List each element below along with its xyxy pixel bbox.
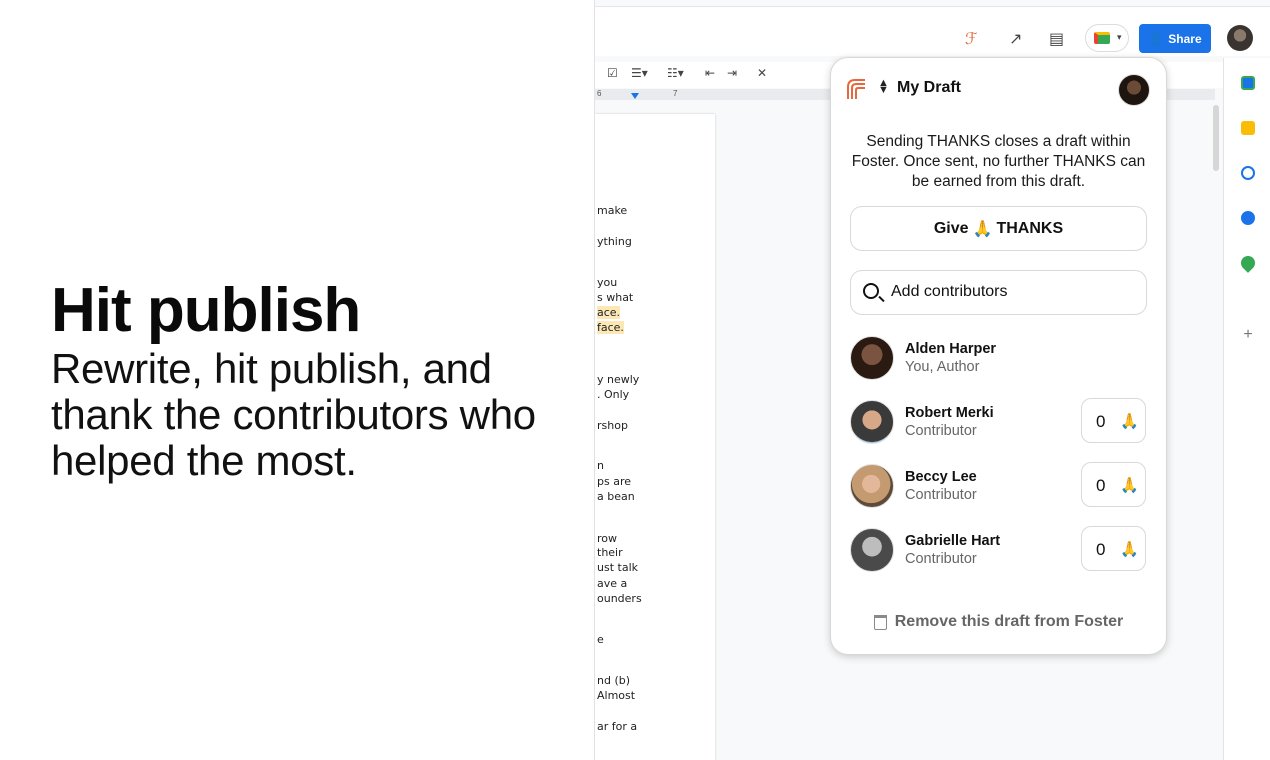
ruler-tick: 7 (673, 89, 678, 98)
doc-line: ar for a (597, 720, 638, 733)
share-label: Share (1168, 31, 1202, 46)
doc-line: e (597, 633, 604, 646)
hero-subtitle: Rewrite, hit publish, and thank the cont… (51, 345, 536, 484)
doc-line: you (597, 276, 618, 289)
clear-formatting-icon[interactable]: ✕ (757, 66, 767, 80)
hero-section: Hit publish Rewrite, hit publish, and th… (51, 280, 571, 484)
add-contributors-search (850, 270, 1147, 315)
contributor-role: Contributor (905, 423, 977, 439)
doc-line: y newly (597, 373, 640, 386)
contributor-name: Robert Merki (905, 405, 994, 421)
bullet-list-icon[interactable]: ☰▾ (631, 66, 648, 80)
doc-line: ps are (597, 475, 631, 488)
contributor-avatar (850, 464, 894, 508)
doc-line-highlighted: face. (597, 321, 624, 334)
give-thanks-button[interactable]: Give 🙏 THANKS (850, 206, 1147, 251)
contributor-role: Contributor (905, 551, 977, 567)
contributor-avatar (850, 336, 894, 380)
contacts-icon[interactable] (1241, 211, 1255, 225)
doc-line: . Only (597, 388, 630, 401)
foster-panel: ▲ ▼ My Draft Sending THANKS closes a draf… (830, 57, 1167, 655)
trash-icon (873, 614, 887, 630)
docs-topbar: ℱ ↗ ▤ ▾ 👤 Share (595, 6, 1270, 56)
decrease-indent-icon[interactable]: ⇤ (705, 66, 715, 80)
contributor-row: Alden Harper You, Author (850, 334, 1150, 382)
contributor-role: You, Author (905, 359, 980, 375)
doc-line: Almost (597, 689, 636, 702)
meet-camera-icon (1094, 32, 1110, 44)
pray-icon: 🙏 (972, 220, 993, 238)
contributor-row: Gabrielle Hart Contributor 0 🙏 (850, 526, 1150, 574)
thanks-label: THANKS (996, 219, 1064, 237)
comment-icon[interactable]: ▤ (1049, 29, 1064, 48)
contributor-name: Beccy Lee (905, 469, 977, 485)
maps-icon[interactable] (1238, 253, 1258, 273)
trend-icon[interactable]: ↗ (1009, 29, 1022, 48)
numbered-list-icon[interactable]: ☷▾ (667, 66, 684, 80)
contributor-avatar (850, 528, 894, 572)
doc-line: their (597, 546, 623, 559)
thanks-count-stepper[interactable]: 0 🙏 (1081, 462, 1146, 507)
doc-line: nd (b) (597, 674, 631, 687)
tasks-icon[interactable] (1241, 166, 1255, 180)
meet-button[interactable]: ▾ (1085, 24, 1129, 52)
remove-draft-label: Remove this draft from Foster (894, 613, 1124, 630)
draft-title[interactable]: My Draft (897, 79, 961, 97)
thanks-count: 0 (1096, 412, 1106, 431)
thanks-count: 0 (1096, 476, 1106, 495)
increase-indent-icon[interactable]: ⇥ (727, 66, 737, 80)
author-avatar (1118, 74, 1150, 106)
remove-draft-button[interactable]: Remove this draft from Foster (831, 613, 1166, 631)
hero-title: Hit publish (51, 276, 361, 345)
lock-icon: 👤 (1148, 31, 1164, 46)
checklist-icon[interactable]: ☑ (607, 66, 618, 80)
chevron-down-icon: ▾ (1117, 32, 1122, 42)
contributor-row: Beccy Lee Contributor 0 🙏 (850, 462, 1150, 510)
pray-icon: 🙏 (1120, 541, 1139, 558)
sort-toggle-icon[interactable]: ▲ ▼ (878, 78, 889, 96)
doc-line: a bean (597, 490, 635, 503)
foster-logo-icon (847, 79, 865, 99)
doc-line-highlighted: ace. (597, 306, 621, 319)
document-page[interactable]: make ything you s what ace. face. y newl… (595, 114, 715, 760)
doc-line: ust talk (597, 561, 638, 574)
thanks-count: 0 (1096, 540, 1106, 559)
indent-marker-icon[interactable] (631, 93, 639, 99)
doc-line: s what (597, 291, 634, 304)
thanks-notice: Sending THANKS closes a draft within Fos… (851, 133, 1146, 190)
pray-icon: 🙏 (1120, 477, 1139, 494)
side-panel-rail: + (1223, 58, 1270, 760)
add-icon[interactable]: + (1241, 327, 1255, 343)
thanks-count-stepper[interactable]: 0 🙏 (1081, 398, 1146, 443)
contributor-name: Alden Harper (905, 341, 997, 357)
doc-line: n (597, 459, 604, 472)
contributor-row: Robert Merki Contributor 0 🙏 (850, 398, 1150, 446)
doc-line: rshop (597, 419, 628, 432)
foster-extension-icon[interactable]: ℱ (965, 29, 978, 48)
add-contributors-input[interactable] (891, 271, 1141, 313)
pray-icon: 🙏 (1120, 413, 1139, 430)
search-icon (863, 283, 879, 299)
doc-line: ything (597, 235, 632, 248)
contributor-avatar (850, 400, 894, 444)
doc-line: make (597, 204, 628, 217)
contributor-role: Contributor (905, 487, 977, 503)
share-button[interactable]: 👤 Share (1139, 24, 1211, 53)
keep-icon[interactable] (1241, 121, 1255, 135)
doc-line: ounders (597, 592, 642, 605)
thanks-count-stepper[interactable]: 0 🙏 (1081, 526, 1146, 571)
scrollbar[interactable] (1213, 105, 1219, 171)
give-label: Give (933, 219, 969, 237)
ruler-tick: 6 (597, 89, 602, 98)
panel-header: ▲ ▼ My Draft (831, 58, 1166, 120)
contributor-name: Gabrielle Hart (905, 533, 1001, 549)
doc-line: ave a (597, 577, 628, 590)
doc-line: row (597, 532, 618, 545)
calendar-icon[interactable] (1241, 76, 1255, 90)
account-avatar[interactable] (1227, 25, 1253, 51)
